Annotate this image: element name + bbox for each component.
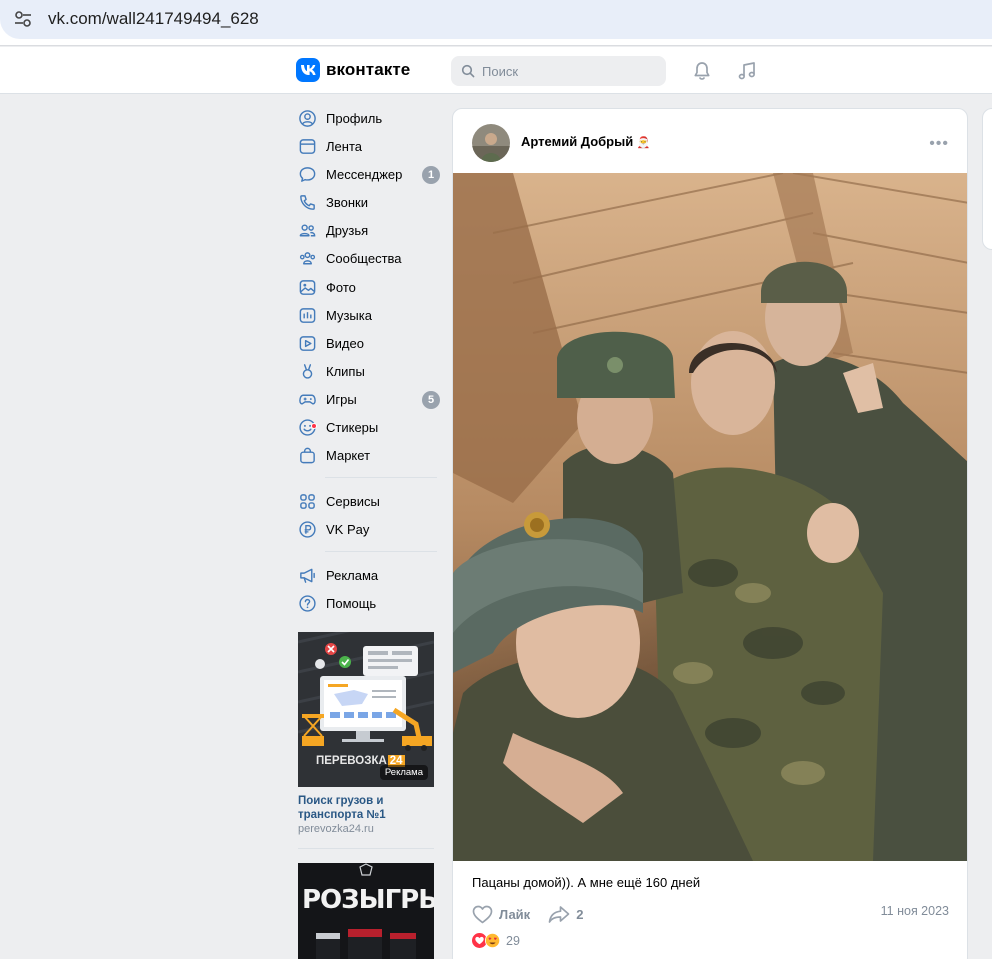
sidebar-item-stickers[interactable]: Стикеры bbox=[297, 413, 442, 441]
sidebar-item-label: Видео bbox=[326, 335, 364, 351]
search-input[interactable]: Поиск bbox=[451, 56, 666, 86]
reactions-summary[interactable]: 29 bbox=[472, 933, 520, 948]
friends-icon bbox=[297, 220, 317, 240]
photo-icon bbox=[297, 277, 317, 297]
clips-icon bbox=[297, 361, 317, 381]
sidebar-item-clips[interactable]: Клипы bbox=[297, 357, 442, 385]
sidebar-item-services[interactable]: Сервисы bbox=[297, 487, 442, 515]
right-sidebar-card bbox=[982, 108, 992, 250]
sidebar-divider bbox=[325, 551, 437, 552]
sidebar-item-music[interactable]: Музыка bbox=[297, 301, 442, 329]
like-button[interactable]: Лайк bbox=[472, 905, 530, 924]
games-count-badge: 5 bbox=[422, 391, 440, 409]
sidebar-item-help[interactable]: Помощь bbox=[297, 589, 442, 617]
sidebar-item-games[interactable]: Игры 5 bbox=[297, 385, 442, 413]
sidebar-item-label: Сервисы bbox=[326, 493, 380, 509]
ad-label: Реклама bbox=[379, 765, 428, 780]
smile-icon bbox=[297, 417, 317, 437]
ad-banner-headline: РОЗЫГРЫШ bbox=[302, 885, 434, 915]
share-button[interactable]: 2 bbox=[548, 905, 583, 924]
sidebar-item-label: Звонки bbox=[326, 194, 368, 210]
url-bar[interactable]: vk.com/wall241749494_628 bbox=[0, 0, 992, 39]
sidebar-item-label: Фото bbox=[326, 279, 356, 295]
reactions-count: 29 bbox=[506, 933, 520, 948]
ad-title[interactable]: Поиск грузов и транспорта №1 bbox=[298, 794, 438, 822]
love-eyes-reaction-icon bbox=[485, 933, 500, 948]
author-avatar[interactable] bbox=[472, 124, 510, 162]
ad-domain[interactable]: perevozka24.ru bbox=[298, 823, 374, 835]
post-header: Артемий Добрый 🎅 ••• bbox=[453, 109, 967, 173]
sidebar-item-label: Сообщества bbox=[326, 250, 402, 266]
post-author-name[interactable]: Артемий Добрый 🎅 bbox=[521, 134, 651, 149]
site-settings-icon[interactable] bbox=[12, 8, 34, 30]
sidebar-item-messenger[interactable]: Мессенджер 1 bbox=[297, 160, 442, 188]
browser-address-bar: vk.com/wall241749494_628 bbox=[0, 0, 992, 46]
gamepad-icon bbox=[297, 389, 317, 409]
sidebar-item-photos[interactable]: Фото bbox=[297, 273, 442, 301]
music-icon bbox=[297, 305, 317, 325]
vk-logo[interactable]: вконтакте bbox=[296, 58, 410, 82]
post-date[interactable]: 11 ноя 2023 bbox=[881, 904, 949, 918]
search-placeholder: Поиск bbox=[482, 63, 519, 79]
ad-divider bbox=[298, 848, 434, 849]
sidebar-item-feed[interactable]: Лента bbox=[297, 132, 442, 160]
sidebar-item-label: Клипы bbox=[326, 363, 365, 379]
sidebar-item-ads[interactable]: Реклама bbox=[297, 561, 442, 589]
vk-logo-icon bbox=[296, 58, 320, 82]
share-icon bbox=[548, 905, 570, 923]
sidebar-item-label: Игры bbox=[326, 391, 357, 407]
sidebar-item-vkpay[interactable]: VK Pay bbox=[297, 515, 442, 543]
ad-banner-giveaway[interactable]: РОЗЫГРЫШ bbox=[298, 863, 434, 959]
feed-icon bbox=[297, 136, 317, 156]
sidebar-item-label: VK Pay bbox=[326, 521, 370, 537]
share-count: 2 bbox=[576, 906, 584, 922]
post-text: Пацаны домой)). А мне ещё 160 дней bbox=[472, 875, 701, 890]
phone-icon bbox=[297, 192, 317, 212]
sidebar-item-label: Помощь bbox=[326, 595, 377, 611]
user-circle-icon bbox=[297, 108, 317, 128]
sidebar-item-label: Реклама bbox=[326, 567, 379, 583]
new-indicator-dot bbox=[311, 423, 317, 429]
music-icon[interactable] bbox=[735, 59, 759, 83]
sidebar-item-market[interactable]: Маркет bbox=[297, 441, 442, 469]
sidebar-item-label: Лента bbox=[326, 138, 362, 154]
ad-banner-perevozka[interactable]: ПЕРЕВОЗКА 24 Реклама bbox=[298, 632, 434, 787]
wall-post: Артемий Добрый 🎅 ••• Пацаны домой)). А м… bbox=[452, 108, 968, 959]
post-photo[interactable] bbox=[453, 173, 967, 861]
bell-icon[interactable] bbox=[690, 59, 714, 83]
url-text[interactable]: vk.com/wall241749494_628 bbox=[48, 9, 259, 29]
vk-header: вконтакте Поиск bbox=[0, 47, 992, 94]
message-icon bbox=[297, 164, 317, 184]
video-icon bbox=[297, 333, 317, 353]
vk-logo-text: вконтакте bbox=[326, 60, 411, 79]
help-icon bbox=[297, 593, 317, 613]
communities-icon bbox=[297, 248, 317, 268]
santa-emoji: 🎅 bbox=[636, 137, 651, 149]
sidebar-item-label: Друзья bbox=[326, 222, 369, 238]
post-actions: Лайк 2 bbox=[472, 902, 601, 926]
vkpay-icon bbox=[297, 519, 317, 539]
sidebar-divider bbox=[325, 477, 437, 478]
sidebar-item-communities[interactable]: Сообщества bbox=[297, 244, 442, 272]
sidebar-item-label: Мессенджер bbox=[326, 166, 403, 182]
sidebar-item-label: Музыка bbox=[326, 307, 372, 323]
sidebar-item-video[interactable]: Видео bbox=[297, 329, 442, 357]
messenger-count-badge: 1 bbox=[422, 166, 440, 184]
bag-icon bbox=[297, 445, 317, 465]
sidebar-item-friends[interactable]: Друзья bbox=[297, 216, 442, 244]
sidebar-item-calls[interactable]: Звонки bbox=[297, 188, 442, 216]
sidebar-item-profile[interactable]: Профиль bbox=[297, 104, 442, 132]
search-icon bbox=[461, 64, 475, 78]
sidebar-item-label: Стикеры bbox=[326, 419, 379, 435]
services-icon bbox=[297, 491, 317, 511]
more-options-icon[interactable]: ••• bbox=[929, 135, 949, 153]
sidebar-item-label: Маркет bbox=[326, 447, 371, 463]
megaphone-icon bbox=[297, 565, 317, 585]
heart-icon bbox=[472, 905, 493, 923]
sidebar-item-label: Профиль bbox=[326, 110, 383, 126]
like-label: Лайк bbox=[499, 906, 531, 922]
